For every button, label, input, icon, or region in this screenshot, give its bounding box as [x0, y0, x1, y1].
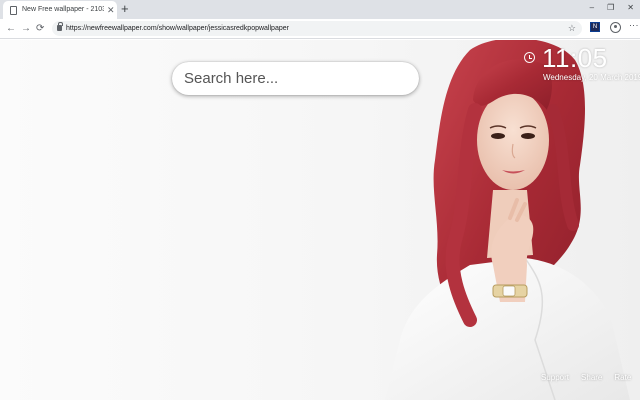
- new-tab-button[interactable]: +: [121, 2, 129, 16]
- browser-tab[interactable]: New Free wallpaper - 21032019 ✕: [3, 1, 117, 19]
- reload-icon[interactable]: ⟳: [36, 22, 44, 35]
- forward-icon[interactable]: →: [21, 22, 31, 35]
- address-bar[interactable]: https://newfreewallpaper.com/show/wallpa…: [52, 21, 582, 36]
- close-tab-icon[interactable]: ✕: [107, 5, 115, 15]
- window-controls: – ❐ ✕: [590, 2, 634, 14]
- extension-icon[interactable]: N: [590, 22, 600, 32]
- minimize-icon[interactable]: –: [590, 2, 594, 14]
- new-tab-page: 11:05 Wednesday, 20 March 2019 Support S…: [0, 40, 640, 400]
- bookmark-star-icon[interactable]: ☆: [568, 22, 576, 35]
- lock-icon[interactable]: [57, 22, 63, 31]
- restore-icon[interactable]: ❐: [607, 2, 614, 14]
- rate-link[interactable]: Rate: [614, 373, 631, 382]
- wallpaper-photo: [385, 40, 630, 400]
- footer-links: Support Share Rate: [541, 373, 631, 382]
- page-icon: [10, 6, 17, 15]
- search-input[interactable]: [172, 62, 419, 95]
- alarm-clock-icon[interactable]: [524, 52, 535, 63]
- url-text[interactable]: https://newfreewallpaper.com/show/wallpa…: [66, 22, 289, 35]
- window-close-icon[interactable]: ✕: [627, 2, 634, 14]
- support-link[interactable]: Support: [541, 373, 569, 382]
- tab-strip: New Free wallpaper - 21032019 ✕ + – ❐ ✕: [0, 0, 640, 19]
- clock-time: 11:05: [542, 43, 608, 73]
- tab-title: New Free wallpaper - 21032019: [22, 6, 104, 13]
- browser-toolbar: ← → ⟳ https://newfreewallpaper.com/show/…: [0, 19, 640, 39]
- share-link[interactable]: Share: [581, 373, 602, 382]
- clock-date: Wednesday, 20 March 2019: [543, 73, 640, 82]
- back-icon[interactable]: ←: [6, 22, 16, 35]
- clock-widget: 11:05 Wednesday, 20 March 2019: [520, 43, 640, 86]
- browser-menu-icon[interactable]: ⋮: [628, 21, 640, 28]
- account-icon[interactable]: [610, 22, 621, 33]
